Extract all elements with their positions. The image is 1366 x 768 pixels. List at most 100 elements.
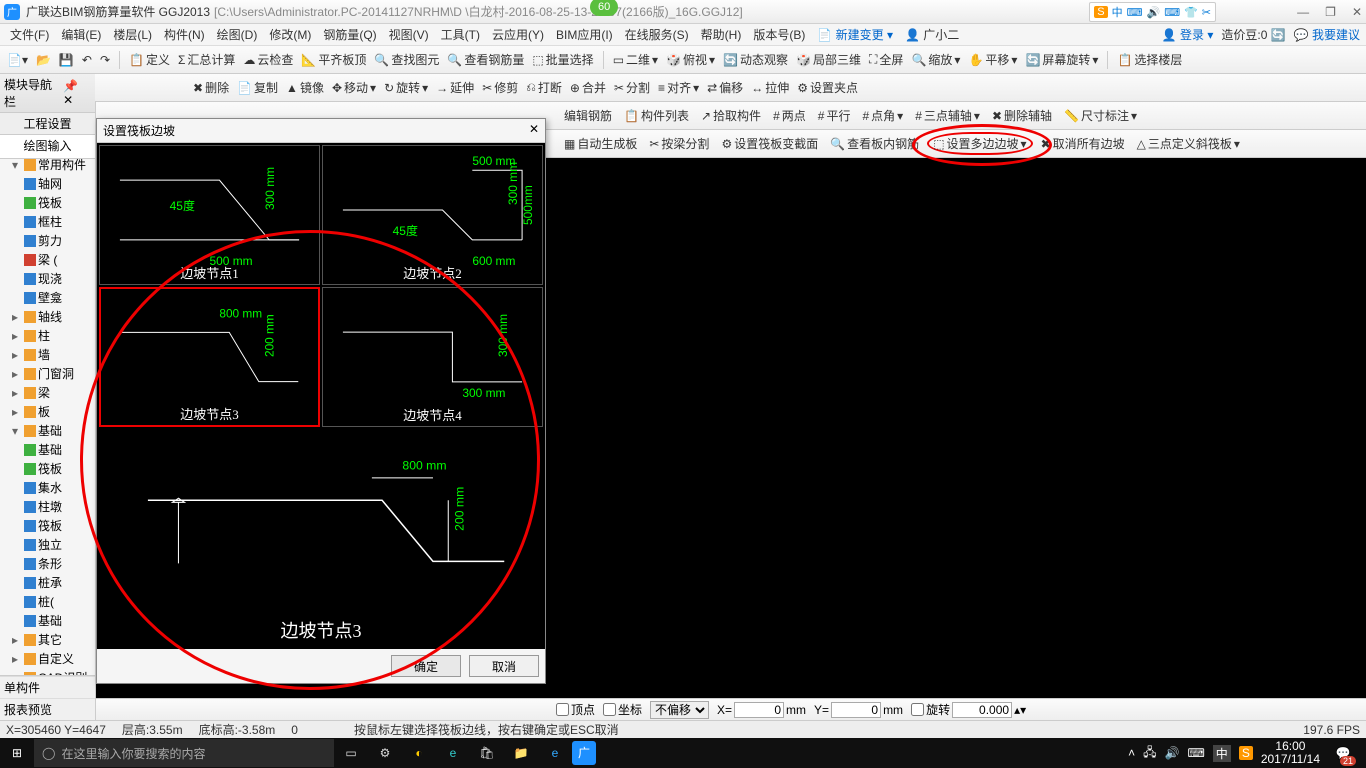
delete-button[interactable]: ✖ 删除 [190, 78, 232, 97]
login-link[interactable]: 👤 登录 ▾ [1162, 26, 1214, 43]
taskbar-store[interactable]: 🛍 [470, 746, 504, 760]
tree-node-child[interactable]: 壁龛 [0, 288, 95, 307]
tab-draw-input[interactable]: 绘图输入 [0, 135, 95, 158]
menu-rebar[interactable]: 钢筋量(Q) [319, 26, 380, 43]
menu-component[interactable]: 构件(N) [160, 26, 209, 43]
menu-bim[interactable]: BIM应用(I) [552, 26, 617, 43]
ime-s-icon[interactable]: S [1094, 6, 1107, 18]
menu-view[interactable]: 视图(V) [385, 26, 433, 43]
open-icon[interactable]: 📂 [33, 52, 54, 68]
dialog-close-icon[interactable]: ✕ [529, 122, 539, 139]
taskbar-edge[interactable]: e [436, 746, 470, 760]
tree-node-child[interactable]: 现浇 [0, 269, 95, 288]
taskbar-app-1[interactable]: ⚙ [368, 746, 402, 760]
merge-button[interactable]: ⊕ 合并 [567, 78, 609, 97]
extend-button[interactable]: → 延伸 [433, 78, 477, 97]
rotate-screen-button[interactable]: 🔄 屏幕旋转 ▾ [1022, 50, 1101, 69]
sum-button[interactable]: Σ 汇总计算 [175, 50, 238, 69]
redo-icon[interactable]: ↷ [97, 52, 113, 68]
break-button[interactable]: ⎌ 打断 [523, 78, 565, 97]
fullscreen-button[interactable]: ⛶ 全屏 [866, 50, 906, 69]
tab-project-settings[interactable]: 工程设置 [0, 113, 95, 134]
task-view-icon[interactable]: ▭ [334, 746, 368, 760]
ime-mic-icon[interactable]: ⌨ [1127, 6, 1143, 19]
split-button[interactable]: ✂ 分割 [611, 78, 653, 97]
notification-icon[interactable]: 💬21 [1328, 738, 1358, 768]
offset-select[interactable]: 不偏移 [650, 701, 709, 719]
tree-node-child[interactable]: 桩承 [0, 573, 95, 592]
y-input[interactable] [831, 702, 881, 718]
batch-select-button[interactable]: ⬚ 批量选择 [529, 50, 596, 69]
tree-node-child[interactable]: 梁 ( [0, 250, 95, 269]
ime-lang[interactable]: 中 [1112, 4, 1123, 20]
slope-option-4[interactable]: 300 mm300 mm边坡节点4 [322, 287, 543, 427]
cancel-button[interactable]: 取消 [469, 655, 539, 677]
ime-key-icon[interactable]: 🔊 [1146, 6, 1160, 19]
tray-keyboard-icon[interactable]: ⌨ [1187, 746, 1204, 760]
tree-node[interactable]: ▸ CAD识别 [0, 668, 95, 675]
close-button[interactable]: ✕ [1352, 5, 1362, 19]
coord-checkbox[interactable] [603, 703, 616, 716]
tree-node-child[interactable]: 条形 [0, 554, 95, 573]
tray-sogou-icon[interactable]: S [1239, 746, 1253, 760]
tree-node[interactable]: ▸ 其它 [0, 630, 95, 649]
taskbar-ie[interactable]: e [538, 746, 572, 760]
menu-floor[interactable]: 楼层(L) [109, 26, 156, 43]
move-button[interactable]: ✥ 移动 ▾ [329, 78, 379, 97]
mirror-button[interactable]: ▲ 镜像 [283, 78, 327, 97]
taskbar-ggj[interactable]: 广 [572, 741, 596, 765]
tree-node[interactable]: ▸ 轴线 [0, 307, 95, 326]
menu-version[interactable]: 版本号(B) [749, 26, 809, 43]
user-name[interactable]: 👤 广小二 [901, 26, 963, 43]
tree-node-child[interactable]: 剪力 [0, 231, 95, 250]
grip-button[interactable]: ⚙ 设置夹点 [794, 78, 861, 97]
tree-node-child[interactable]: 集水 [0, 478, 95, 497]
tab-report-preview[interactable]: 报表预览 [0, 698, 95, 720]
new-change-link[interactable]: 📄 新建变更 ▾ [813, 26, 897, 43]
rotate-input[interactable] [952, 702, 1012, 718]
tray-network-icon[interactable]: 🖧 [1143, 743, 1156, 764]
tree-node-child[interactable]: 框柱 [0, 212, 95, 231]
align-top-button[interactable]: 📐 平齐板顶 [298, 50, 369, 69]
tree-node-child[interactable]: 筏板 [0, 516, 95, 535]
save-icon[interactable]: 💾 [56, 52, 77, 68]
stretch-button[interactable]: ↔ 拉伸 [748, 78, 792, 97]
start-button[interactable]: ⊞ [0, 746, 34, 760]
tree-node[interactable]: ▾ 基础 [0, 421, 95, 440]
ime-tool-icon[interactable]: ✂ [1202, 6, 1211, 19]
tree-node-child[interactable]: 轴网 [0, 174, 95, 193]
pan-button[interactable]: ✋ 平移 ▾ [965, 50, 1020, 69]
align-button[interactable]: ≡ 对齐 ▾ [655, 78, 702, 97]
ime-toolbar[interactable]: S 中 ⌨ 🔊 ⌨ 👕 ✂ [1089, 2, 1216, 22]
x-input[interactable] [734, 702, 784, 718]
menu-tools[interactable]: 工具(T) [437, 26, 484, 43]
menu-modify[interactable]: 修改(M) [265, 26, 315, 43]
menu-cloud[interactable]: 云应用(Y) [488, 26, 548, 43]
tray-clock[interactable]: 16:002017/11/14 [1261, 740, 1320, 766]
zoom-button[interactable]: 🔍 缩放 ▾ [908, 50, 963, 69]
minimize-button[interactable]: — [1297, 5, 1309, 19]
select-floor-button[interactable]: 📋 选择楼层 [1114, 50, 1185, 69]
cloud-check-button[interactable]: ☁ 云检查 [240, 50, 296, 69]
taskbar-explorer[interactable]: 📁 [504, 746, 538, 760]
rotate-button[interactable]: ↻ 旋转 ▾ [381, 78, 431, 97]
nav-pin-icon[interactable]: 📌 ✕ [63, 79, 91, 107]
tree-node[interactable]: ▸ 门窗洞 [0, 364, 95, 383]
view-rebar-button[interactable]: 🔍 查看钢筋量 [444, 50, 527, 69]
menu-draw[interactable]: 绘图(D) [213, 26, 262, 43]
slope-option-2[interactable]: 500 mm45度600 mm300 mm500mm边坡节点2 [322, 145, 543, 285]
menu-file[interactable]: 文件(F) [6, 26, 53, 43]
feedback-link[interactable]: 💬 我要建议 [1294, 26, 1360, 43]
top-view-button[interactable]: 🎲 俯视 ▾ [663, 50, 718, 69]
maximize-button[interactable]: ❐ [1325, 5, 1336, 19]
slope-option-1[interactable]: 45度500 mm300 mm边坡节点1 [99, 145, 320, 285]
tab-single-component[interactable]: 单构件 [0, 676, 95, 698]
new-icon[interactable]: 📄▾ [4, 52, 31, 68]
ime-skin-icon[interactable]: 👕 [1184, 6, 1198, 19]
undo-icon[interactable]: ↶ [79, 52, 95, 68]
define-button[interactable]: 📋 定义 [126, 50, 173, 69]
2d-button[interactable]: ▭ 二维 ▾ [610, 50, 661, 69]
vertex-checkbox[interactable] [556, 703, 569, 716]
tree-node-child[interactable]: 筏板 [0, 459, 95, 478]
tray-ime-icon[interactable]: 中 [1213, 745, 1231, 762]
